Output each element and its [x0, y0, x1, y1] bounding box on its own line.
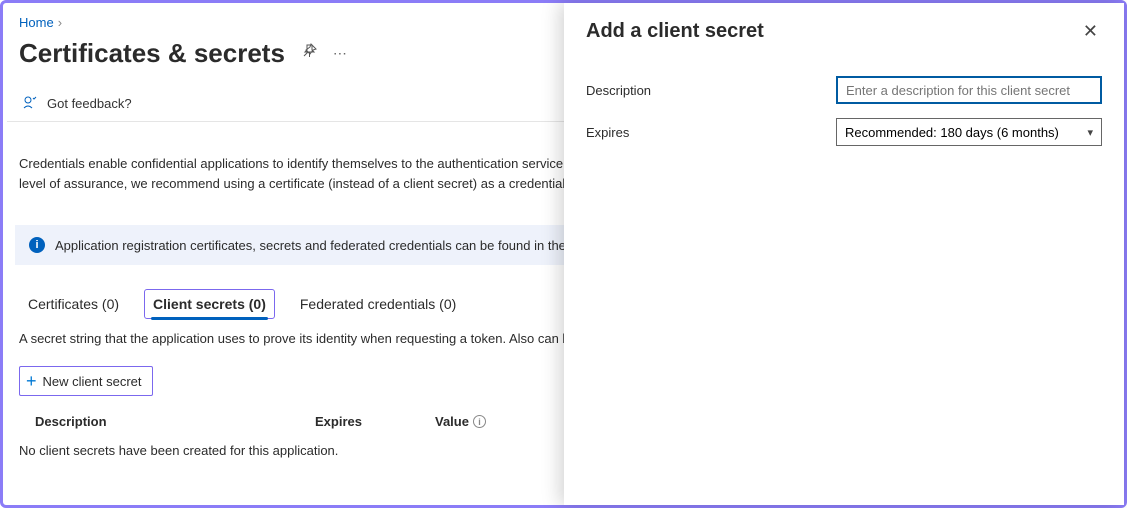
- breadcrumb-home[interactable]: Home: [19, 15, 54, 30]
- plus-icon: +: [26, 372, 37, 390]
- col-expires: Expires: [315, 414, 435, 429]
- feedback-text: Got feedback?: [47, 96, 132, 111]
- panel-title: Add a client secret: [586, 20, 764, 43]
- col-description: Description: [35, 414, 315, 429]
- tab-certificates[interactable]: Certificates (0): [19, 289, 128, 319]
- tab-client-secrets[interactable]: Client secrets (0): [144, 289, 275, 319]
- new-client-secret-button[interactable]: + New client secret: [19, 366, 153, 396]
- panel-header: Add a client secret ✕: [586, 17, 1102, 46]
- chevron-right-icon: ›: [58, 15, 62, 30]
- col-value: Value i: [435, 414, 486, 429]
- description-label: Description: [586, 83, 836, 98]
- expires-value: Recommended: 180 days (6 months): [845, 125, 1059, 140]
- expires-row: Expires Recommended: 180 days (6 months)…: [586, 118, 1102, 146]
- pin-icon[interactable]: [301, 43, 317, 64]
- new-secret-label: New client secret: [43, 374, 142, 389]
- add-secret-panel: Add a client secret ✕ Description Expire…: [564, 3, 1124, 505]
- page-title: Certificates & secrets: [19, 38, 285, 69]
- info-banner-text: Application registration certificates, s…: [55, 238, 635, 253]
- description-row: Description: [586, 76, 1102, 104]
- info-help-icon[interactable]: i: [473, 415, 486, 428]
- tab-federated[interactable]: Federated credentials (0): [291, 289, 465, 319]
- feedback-icon: [23, 95, 39, 111]
- col-value-label: Value: [435, 414, 469, 429]
- description-input[interactable]: [836, 76, 1102, 104]
- expires-select[interactable]: Recommended: 180 days (6 months) ▾: [836, 118, 1102, 146]
- expires-label: Expires: [586, 125, 836, 140]
- close-icon[interactable]: ✕: [1079, 17, 1102, 46]
- chevron-down-icon: ▾: [1087, 126, 1093, 139]
- more-icon[interactable]: ⋯: [333, 45, 348, 62]
- info-icon: i: [29, 237, 45, 253]
